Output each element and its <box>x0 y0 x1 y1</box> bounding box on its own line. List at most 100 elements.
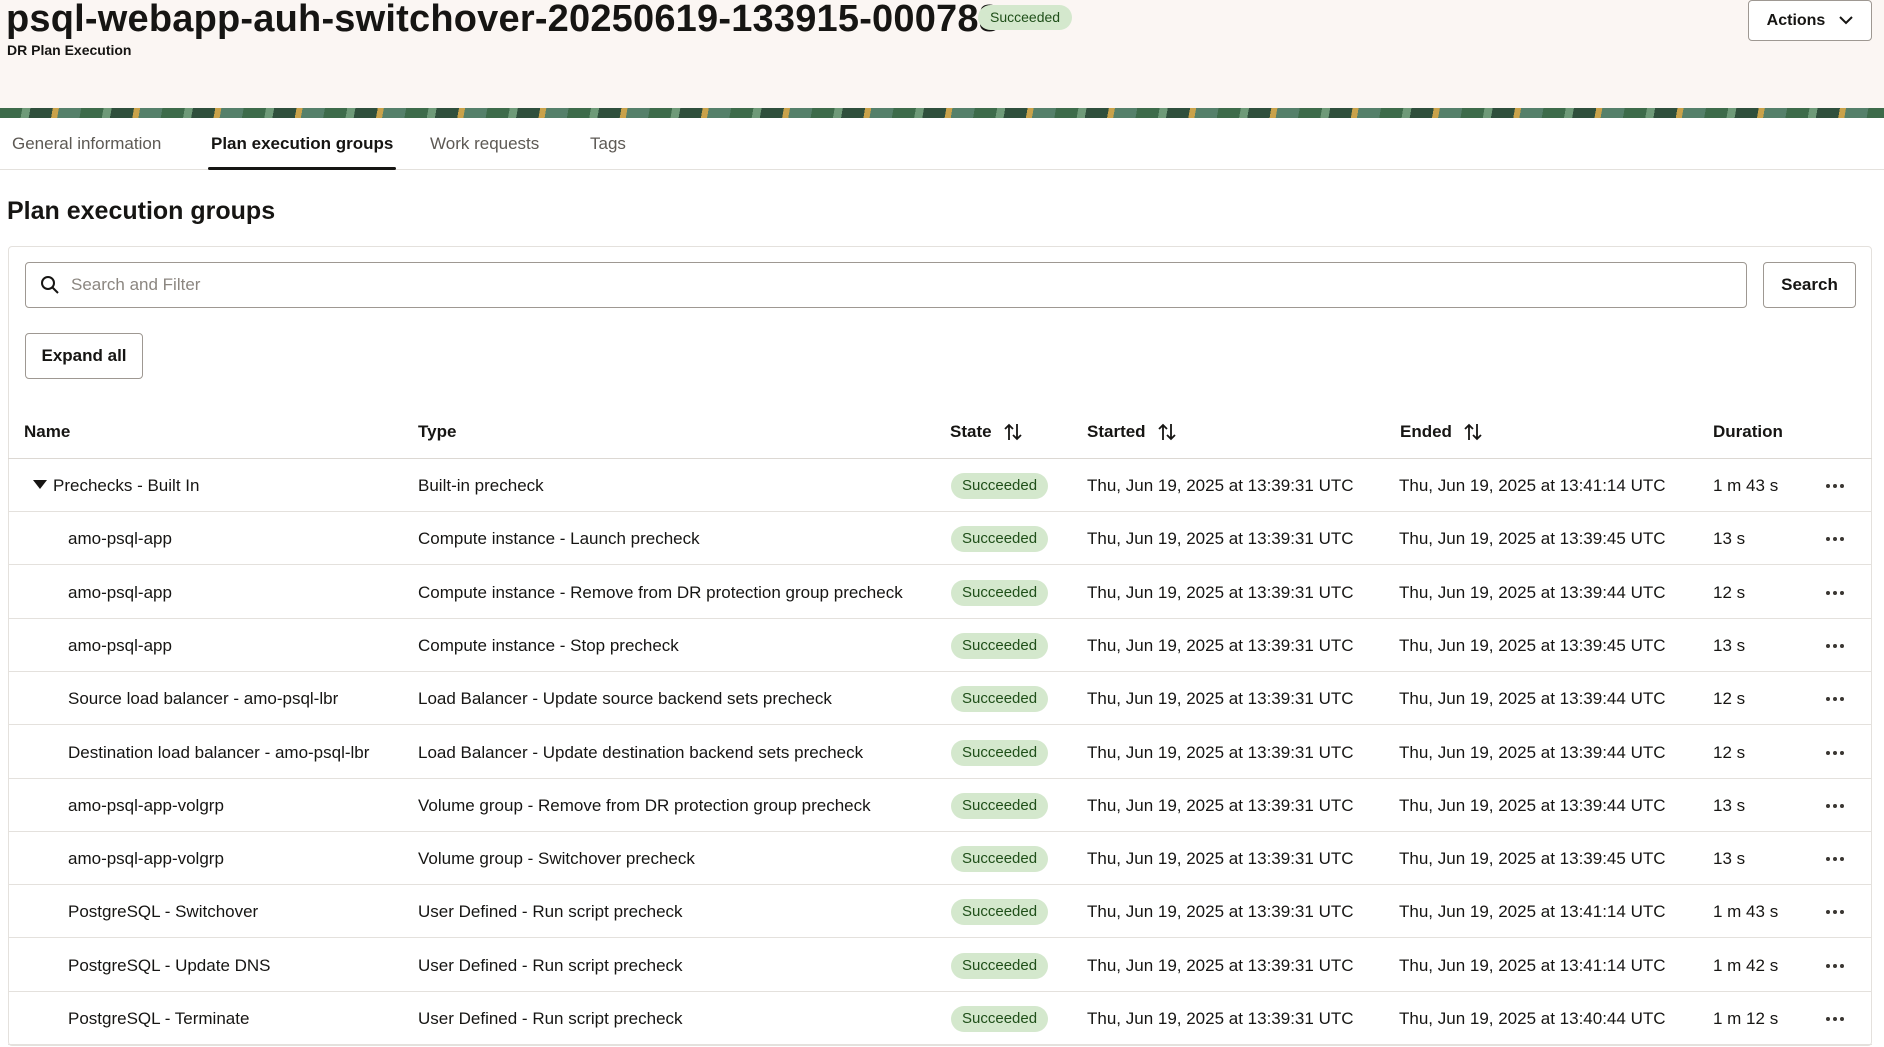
row-ended: Thu, Jun 19, 2025 at 13:39:45 UTC <box>1399 849 1666 869</box>
search-input[interactable] <box>71 263 1731 307</box>
row-type: User Defined - Run script precheck <box>418 955 683 975</box>
more-actions-icon[interactable] <box>1820 953 1850 979</box>
column-header-state-label: State <box>950 422 992 441</box>
search-box[interactable] <box>25 262 1747 308</box>
column-header-started-label: Started <box>1087 422 1146 441</box>
row-started: Thu, Jun 19, 2025 at 13:39:31 UTC <box>1087 955 1354 975</box>
table-row[interactable]: amo-psql-app-volgrp Volume group - Switch… <box>8 832 1872 886</box>
state-badge: Succeeded <box>951 846 1049 873</box>
page-subtitle: DR Plan Execution <box>7 42 132 58</box>
row-duration: 13 s <box>1713 635 1746 655</box>
more-actions-icon[interactable] <box>1820 740 1850 766</box>
status-badge: Succeeded <box>978 5 1073 30</box>
column-header-ended[interactable]: Ended <box>1400 420 1482 444</box>
row-name: PostgreSQL - Switchover <box>68 902 259 922</box>
row-duration: 1 m 43 s <box>1713 476 1779 495</box>
row-ended: Thu, Jun 19, 2025 at 13:39:44 UTC <box>1399 795 1666 815</box>
search-button[interactable]: Search <box>1763 262 1856 308</box>
row-type: Volume group - Switchover precheck <box>418 849 695 869</box>
page-header: psql-webapp-auh-switchover-20250619-1339… <box>0 0 1884 117</box>
more-actions-icon[interactable] <box>1820 633 1850 659</box>
tab-general-information[interactable]: General information <box>9 118 164 170</box>
tab-bar: General information Plan execution group… <box>0 118 1884 170</box>
row-duration: 1 m 12 s <box>1713 1009 1779 1028</box>
more-actions-icon[interactable] <box>1820 793 1850 819</box>
table-row[interactable]: amo-psql-app Compute instance - Launch pr… <box>8 512 1872 566</box>
more-actions-icon[interactable] <box>1820 686 1850 712</box>
column-header-duration: Duration <box>1713 420 1783 444</box>
table-row[interactable]: Source load balancer - amo-psql-lbr Load … <box>8 672 1872 726</box>
row-started: Thu, Jun 19, 2025 at 13:39:31 UTC <box>1087 582 1354 602</box>
column-header-state[interactable]: State <box>950 420 1022 444</box>
row-duration: 1 m 43 s <box>1713 902 1779 922</box>
row-started: Thu, Jun 19, 2025 at 13:39:31 UTC <box>1087 849 1354 869</box>
row-ended: Thu, Jun 19, 2025 at 13:39:44 UTC <box>1399 689 1666 709</box>
row-ended: Thu, Jun 19, 2025 at 13:40:44 UTC <box>1399 1009 1666 1028</box>
expand-all-button[interactable]: Expand all <box>25 333 143 379</box>
table-row[interactable]: amo-psql-app Compute instance - Remove fr… <box>8 566 1872 619</box>
row-name: Prechecks - Built In <box>53 476 200 495</box>
more-actions-icon[interactable] <box>1820 473 1850 499</box>
row-duration: 12 s <box>1713 582 1746 602</box>
row-name: Source load balancer - amo-psql-lbr <box>68 689 339 709</box>
row-started: Thu, Jun 19, 2025 at 13:39:31 UTC <box>1087 902 1354 922</box>
header-banner <box>0 108 1884 118</box>
sort-icon[interactable] <box>1003 422 1022 442</box>
row-name: amo-psql-app <box>68 582 172 602</box>
state-badge: Succeeded <box>951 473 1049 499</box>
table-row[interactable]: PostgreSQL - Terminate User Defined - Run… <box>8 992 1872 1045</box>
more-actions-icon[interactable] <box>1820 1006 1850 1032</box>
sort-icon[interactable] <box>1157 422 1176 442</box>
row-duration: 12 s <box>1713 689 1746 709</box>
tab-plan-execution-groups[interactable]: Plan execution groups <box>208 118 397 170</box>
state-badge: Succeeded <box>951 579 1049 606</box>
row-type: Compute instance - Launch precheck <box>418 529 700 549</box>
column-header-started[interactable]: Started <box>1087 420 1176 444</box>
table-row[interactable]: amo-psql-app Compute instance - Stop prec… <box>8 619 1872 672</box>
row-ended: Thu, Jun 19, 2025 at 13:41:14 UTC <box>1399 955 1666 975</box>
row-type: User Defined - Run script precheck <box>418 1009 683 1028</box>
more-actions-icon[interactable] <box>1820 580 1850 606</box>
more-actions-icon[interactable] <box>1820 899 1850 925</box>
row-ended: Thu, Jun 19, 2025 at 13:39:45 UTC <box>1399 635 1666 655</box>
row-ended: Thu, Jun 19, 2025 at 13:41:14 UTC <box>1399 902 1666 922</box>
row-started: Thu, Jun 19, 2025 at 13:39:31 UTC <box>1087 635 1354 655</box>
row-type: Compute instance - Remove from DR protec… <box>418 582 903 602</box>
row-type: Load Balancer - Update source backend se… <box>418 689 832 709</box>
state-badge: Succeeded <box>951 792 1049 819</box>
table-row[interactable]: Destination load balancer - amo-psql-lbr… <box>8 726 1872 779</box>
row-duration: 12 s <box>1713 742 1746 762</box>
table-group-row[interactable]: Prechecks - Built In Built-in precheck Suc… <box>8 459 1872 512</box>
row-ended: Thu, Jun 19, 2025 at 13:41:14 UTC <box>1399 476 1666 495</box>
search-icon <box>41 276 59 294</box>
sort-icon[interactable] <box>1464 422 1482 442</box>
more-actions-icon[interactable] <box>1820 526 1850 552</box>
state-badge: Succeeded <box>951 526 1049 553</box>
row-started: Thu, Jun 19, 2025 at 13:39:31 UTC <box>1087 476 1354 495</box>
more-actions-icon[interactable] <box>1820 846 1850 872</box>
actions-button-label: Actions <box>1766 11 1826 29</box>
caret-down-icon[interactable] <box>33 480 47 489</box>
row-started: Thu, Jun 19, 2025 at 13:39:31 UTC <box>1087 529 1354 549</box>
column-header-ended-label: Ended <box>1400 422 1452 441</box>
actions-button[interactable]: Actions <box>1748 0 1872 41</box>
table-row[interactable]: PostgreSQL - Switchover User Defined - Ru… <box>8 885 1872 939</box>
row-duration: 1 m 42 s <box>1713 955 1779 975</box>
row-type: User Defined - Run script precheck <box>418 902 683 922</box>
column-header-name: Name <box>24 420 70 444</box>
table-row[interactable]: amo-psql-app-volgrp Volume group - Remove… <box>8 779 1872 832</box>
column-header-type: Type <box>418 420 456 444</box>
row-started: Thu, Jun 19, 2025 at 13:39:31 UTC <box>1087 795 1354 815</box>
tab-work-requests[interactable]: Work requests <box>427 118 542 170</box>
state-badge: Succeeded <box>951 739 1049 766</box>
row-type: Volume group - Remove from DR protection… <box>418 795 871 815</box>
state-badge: Succeeded <box>951 1006 1049 1032</box>
table-row[interactable]: PostgreSQL - Update DNS User Defined - Ru… <box>8 939 1872 992</box>
row-type: Load Balancer - Update destination backe… <box>418 742 864 762</box>
row-ended: Thu, Jun 19, 2025 at 13:39:44 UTC <box>1399 582 1666 602</box>
tab-tags[interactable]: Tags <box>587 118 629 170</box>
row-started: Thu, Jun 19, 2025 at 13:39:31 UTC <box>1087 742 1354 762</box>
row-duration: 13 s <box>1713 529 1746 549</box>
chevron-down-icon <box>1839 16 1854 25</box>
row-name: amo-psql-app-volgrp <box>68 849 224 869</box>
